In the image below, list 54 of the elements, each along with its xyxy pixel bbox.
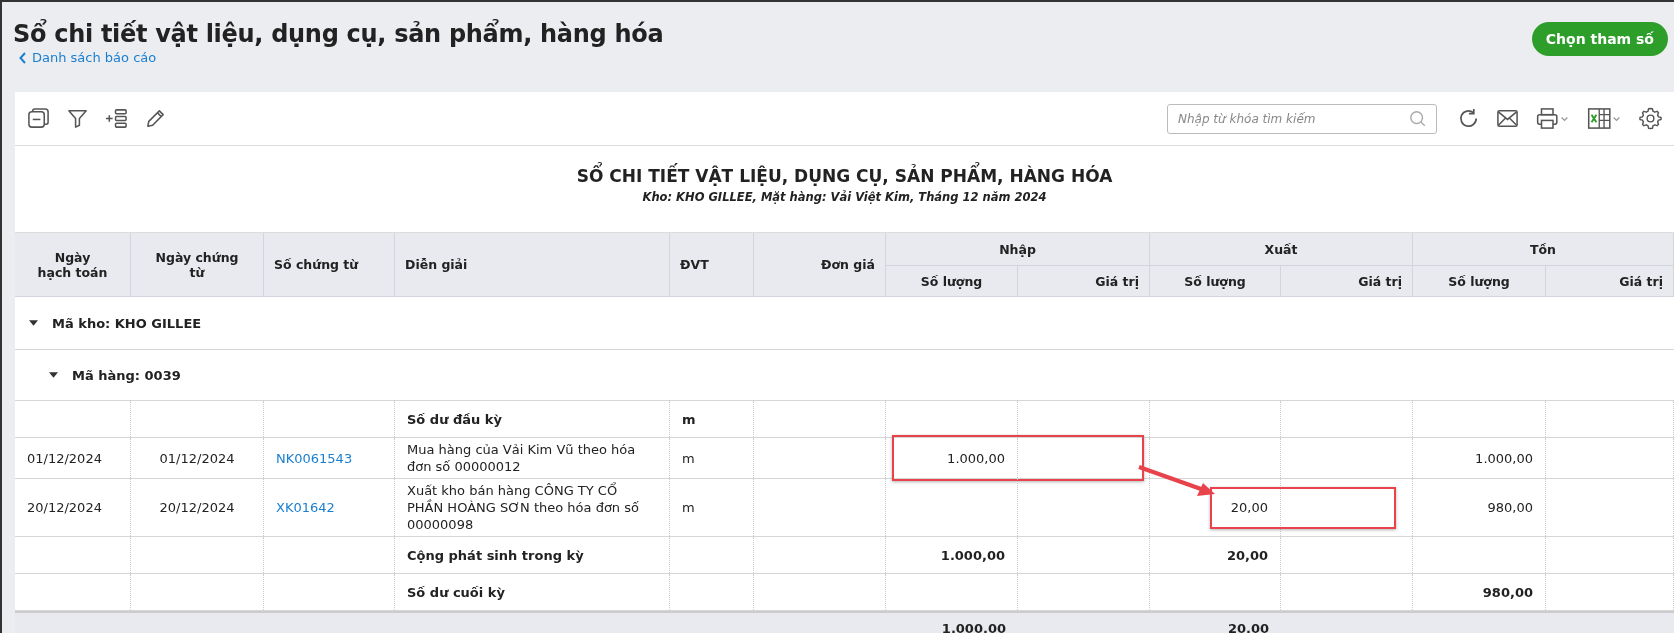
table-cell-text: Xuất kho bán hàng CÔNG TY CỔ PHẦN HOÀNG SƠN theo hóa đơn số 00000098 — [407, 482, 640, 533]
table-cell: Số dư cuối kỳ — [407, 583, 505, 601]
table-cell: m — [682, 410, 696, 428]
column-header: ĐVT — [670, 233, 754, 297]
search-field[interactable]: Nhập từ khóa tìm kiếm — [1167, 103, 1437, 134]
back-link[interactable]: Danh sách báo cáo — [19, 50, 157, 65]
column-header: Đơn giá — [754, 233, 886, 297]
column-header: Số chứng từ — [264, 233, 395, 297]
table-cell: Cộng phát sinh trong kỳ — [407, 546, 584, 564]
report-subtitle: Kho: KHO GILLEE, Mặt hàng: Vải Việt Kim, Tháng 12 năm 2024 — [641, 190, 1048, 204]
table-cell-text: Mua hàng của Vải Kim Vũ theo hóa đơn số 00000012 — [407, 441, 637, 475]
table-cell: 01/12/2024 — [27, 449, 102, 467]
filter-icon[interactable] — [66, 107, 89, 130]
column-header: Số lượng — [886, 266, 1018, 297]
choose-parameters-button[interactable]: Chọn tham số — [1531, 22, 1668, 56]
group-label: Mã kho: KHO GILLEE — [52, 315, 202, 331]
column-header: Ngày chứng từ — [131, 233, 264, 297]
collapse-triangle-icon[interactable] — [49, 372, 58, 378]
settings-icon[interactable] — [1639, 107, 1662, 130]
table-cell: 980,00 — [1482, 583, 1533, 601]
group-label: Mã hàng: 0039 — [72, 367, 181, 383]
table-cell: m — [682, 449, 695, 467]
column-header: Giá trị — [1018, 266, 1150, 297]
document-link[interactable]: NK0061543 — [276, 449, 353, 467]
column-header: Số lượng — [1150, 266, 1281, 297]
document-link[interactable]: XK01642 — [276, 499, 335, 516]
table-cell: Số dư đầu kỳ — [407, 410, 502, 428]
table-cell: 20,00 — [1230, 499, 1268, 516]
table-cell: 1.000,00 — [947, 449, 1005, 467]
refresh-icon[interactable] — [1457, 107, 1480, 130]
column-header: Giá trị — [1546, 266, 1674, 297]
add-row-icon[interactable] — [105, 107, 128, 130]
column-header: Diễn giải — [395, 233, 670, 297]
collapse-icon[interactable] — [27, 107, 50, 130]
column-group-header: Nhập — [886, 233, 1150, 266]
table-cell: 1.000,00 — [1475, 449, 1533, 467]
table-cell: m — [682, 499, 695, 516]
search-icon — [1409, 109, 1427, 128]
chevron-left-icon — [19, 51, 27, 64]
table-cell: 20/12/2024 — [27, 499, 102, 516]
column-header: Giá trị — [1281, 266, 1413, 297]
column-group-header: Xuất — [1150, 233, 1413, 266]
table-cell: 20/12/2024 — [159, 499, 235, 516]
table-cell: 980,00 — [1487, 499, 1533, 516]
pencil-icon[interactable] — [144, 107, 167, 130]
mail-icon[interactable] — [1496, 107, 1519, 130]
table-cell: 1.000,00 — [940, 546, 1005, 564]
column-header: Ngày hạch toán — [15, 233, 131, 297]
collapse-triangle-icon[interactable] — [29, 320, 38, 326]
page-title: Sổ chi tiết vật liệu, dụng cụ, sản phẩm, hàng hóa — [13, 20, 664, 48]
table-cell: 20,00 — [1226, 546, 1268, 564]
column-header: Số lượng — [1413, 266, 1546, 297]
table-cell: 01/12/2024 — [159, 449, 235, 467]
column-group-header: Tồn — [1413, 233, 1674, 266]
